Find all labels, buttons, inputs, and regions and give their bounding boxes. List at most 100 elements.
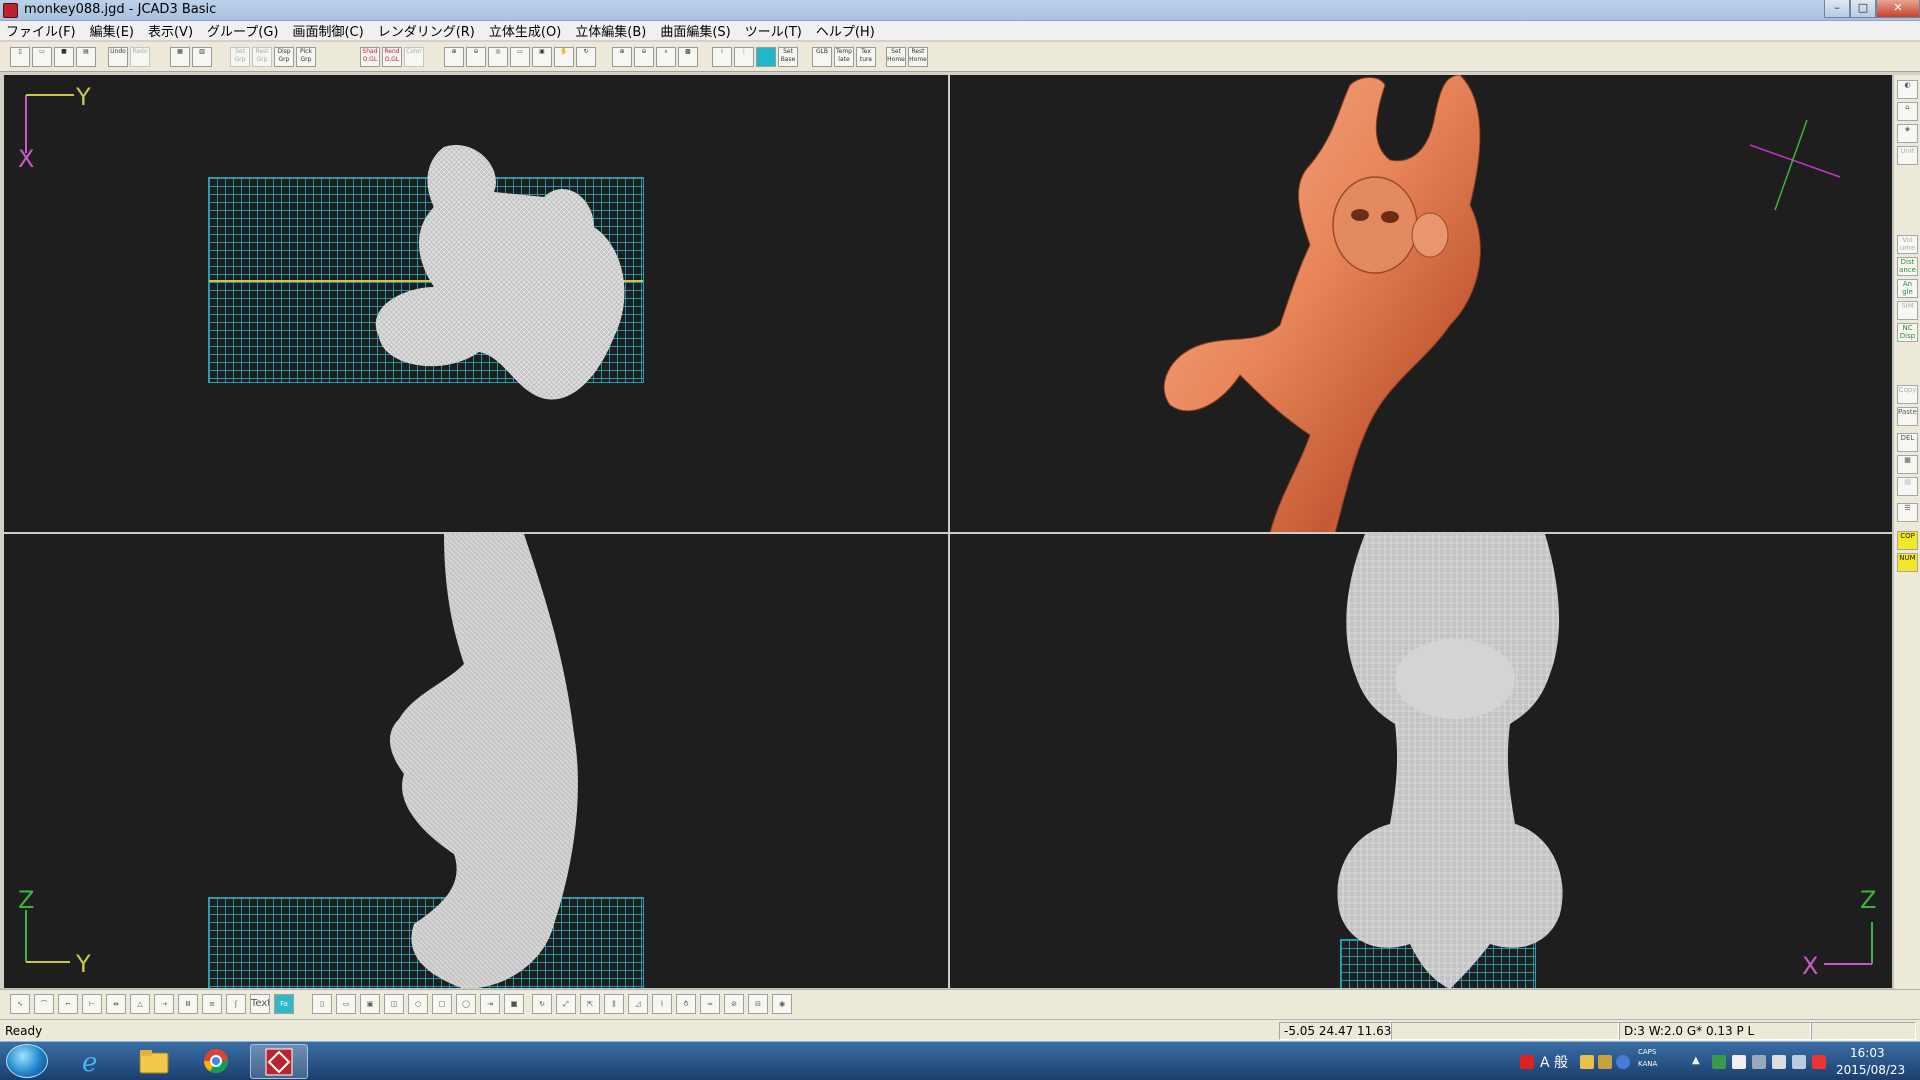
menu-surface-edit[interactable]: 曲面編集(S): [660, 21, 730, 40]
solid-sweep-icon[interactable]: ▣: [360, 994, 380, 1014]
minimize-button[interactable]: –: [1824, 0, 1850, 18]
array-tool-icon[interactable]: Ⅲ: [178, 994, 198, 1014]
solid-extrude-icon[interactable]: ▯: [312, 994, 332, 1014]
zoom-fit-icon[interactable]: ◎: [488, 47, 508, 67]
menu-screen-control[interactable]: 画面制御(C): [292, 21, 363, 40]
volume-muted-icon[interactable]: [1812, 1055, 1826, 1069]
menu-solid-create[interactable]: 立体生成(O): [489, 21, 561, 40]
solid-loft-icon[interactable]: ▭: [336, 994, 356, 1014]
copy-button[interactable]: Copy: [1897, 385, 1918, 404]
move-tool-icon[interactable]: ⇢: [154, 994, 174, 1014]
ime-pad-icon[interactable]: [1580, 1055, 1594, 1069]
stack-tool-icon[interactable]: ≡: [202, 994, 222, 1014]
menu-solid-edit[interactable]: 立体編集(B): [575, 21, 646, 40]
start-button-icon[interactable]: [6, 1044, 48, 1078]
color-button[interactable]: Color: [404, 47, 424, 67]
zoom-select-icon[interactable]: ⌕: [656, 47, 676, 67]
view-home-icon[interactable]: ⌂: [1897, 102, 1918, 121]
viewport-front[interactable]: Z X: [950, 534, 1893, 989]
jcad-app-icon[interactable]: [3, 3, 18, 18]
template-button[interactable]: Temp late: [834, 47, 854, 67]
sim-button[interactable]: SIM: [1897, 301, 1918, 320]
fillet-tool-icon[interactable]: ◿: [628, 994, 648, 1014]
nc-disp-button[interactable]: NC Disp: [1897, 323, 1918, 342]
zoom-in-icon[interactable]: ⊕: [444, 47, 464, 67]
viewport-perspective[interactable]: [950, 75, 1893, 533]
text-tool-button[interactable]: Text: [250, 994, 270, 1014]
alert-tray-icon[interactable]: [1520, 1055, 1534, 1069]
viewport-side[interactable]: Z Y: [4, 534, 949, 989]
scale-tool-icon[interactable]: ⤢: [556, 994, 576, 1014]
polyline-tool-icon[interactable]: ⌐: [58, 994, 78, 1014]
redo-button[interactable]: Redo: [130, 47, 150, 67]
menu-rendering[interactable]: レンダリング(R): [378, 21, 475, 40]
num-button[interactable]: NUM: [1897, 553, 1918, 572]
calculator-icon[interactable]: ▦: [1897, 455, 1918, 474]
texture-button[interactable]: Tex ture: [856, 47, 876, 67]
action-center-flag-icon[interactable]: [1772, 1055, 1786, 1069]
menu-tools[interactable]: ツール(T): [745, 21, 802, 40]
shade-ogl-button[interactable]: Shad O.GL: [360, 47, 380, 67]
zoom-window-icon[interactable]: ▭: [510, 47, 530, 67]
set-base-button[interactable]: Set Base: [778, 47, 798, 67]
set-group-button[interactable]: Set Grp: [230, 47, 250, 67]
triangle-tool-icon[interactable]: △: [130, 994, 150, 1014]
viewport-top[interactable]: Y X: [4, 75, 949, 533]
ime-mode[interactable]: A 般: [1540, 1052, 1568, 1072]
zoom-out-icon[interactable]: ⊖: [466, 47, 486, 67]
solid-fill-icon[interactable]: ■: [504, 994, 524, 1014]
clock-time[interactable]: 16:03: [1850, 1046, 1885, 1060]
maximize-button[interactable]: □: [1850, 0, 1876, 18]
taskbar-ie[interactable]: e: [64, 1044, 122, 1079]
twist-tool-icon[interactable]: ⥁: [676, 994, 696, 1014]
rest-home-button[interactable]: Rest Home: [908, 47, 928, 67]
gem-tool-icon[interactable]: ◉: [772, 994, 792, 1014]
copy-view-icon[interactable]: ▦: [170, 47, 190, 67]
morph-tool-icon[interactable]: ≈: [700, 994, 720, 1014]
solid-revolve-icon[interactable]: ◫: [384, 994, 404, 1014]
menu-file[interactable]: ファイル(F): [6, 21, 76, 40]
menu-edit[interactable]: 編集(E): [90, 21, 134, 40]
menu-view[interactable]: 表示(V): [148, 21, 193, 40]
tree-icon[interactable]: ☰: [1897, 503, 1918, 522]
spline-tool-icon[interactable]: ⌒: [34, 994, 54, 1014]
menu-group[interactable]: グループ(G): [207, 21, 278, 40]
bend-tool-icon[interactable]: ⌇: [652, 994, 672, 1014]
menu-help[interactable]: ヘルプ(H): [816, 21, 875, 40]
stretch-tool-icon[interactable]: ⇱: [580, 994, 600, 1014]
solid-move-icon[interactable]: ⇥: [480, 994, 500, 1014]
cop-button[interactable]: COP: [1897, 531, 1918, 550]
offset-tool-icon[interactable]: ⊢: [82, 994, 102, 1014]
zoom-extents-icon[interactable]: ▩: [678, 47, 698, 67]
distance-button[interactable]: Dist ance: [1897, 257, 1918, 276]
zoom-all-icon[interactable]: ▣: [532, 47, 552, 67]
save-icon[interactable]: ■: [54, 47, 74, 67]
print-icon[interactable]: ▤: [76, 47, 96, 67]
zoom-prev-icon[interactable]: ⊕: [612, 47, 632, 67]
pan-hand-icon[interactable]: ✋: [554, 47, 574, 67]
solid-cylinder-icon[interactable]: ◯: [456, 994, 476, 1014]
settings-tray-icon[interactable]: [1752, 1055, 1766, 1069]
unit-icon[interactable]: Unit: [1897, 146, 1918, 165]
grid-toggle-icon[interactable]: [756, 47, 776, 67]
undo-button[interactable]: Undo: [108, 47, 128, 67]
taskbar-explorer[interactable]: [126, 1044, 184, 1079]
font-tool-icon[interactable]: Fa: [274, 994, 294, 1014]
app-tray-icon[interactable]: [1712, 1055, 1726, 1069]
print-preview-icon[interactable]: ▤: [1897, 477, 1918, 496]
paste-button[interactable]: Paste: [1897, 407, 1918, 426]
split-tool-icon[interactable]: ⫼: [604, 994, 624, 1014]
solid-sphere-icon[interactable]: ○: [408, 994, 428, 1014]
curve-tool-icon[interactable]: ∿: [10, 994, 30, 1014]
glb-button[interactable]: GLB: [812, 47, 832, 67]
disp-group-button[interactable]: Disp Grp: [274, 47, 294, 67]
windows-flag-tray-icon[interactable]: [1732, 1055, 1746, 1069]
set-home-button[interactable]: Set Home: [886, 47, 906, 67]
taskbar-chrome[interactable]: [188, 1044, 246, 1079]
delete-button[interactable]: DEL: [1897, 433, 1918, 452]
rotate-view-icon[interactable]: ↻: [576, 47, 596, 67]
volume-button[interactable]: Vol ume: [1897, 235, 1918, 254]
pick-group-button[interactable]: Pick Grp: [296, 47, 316, 67]
open-folder-icon[interactable]: ▭: [32, 47, 52, 67]
help-tray-icon[interactable]: [1616, 1055, 1630, 1069]
